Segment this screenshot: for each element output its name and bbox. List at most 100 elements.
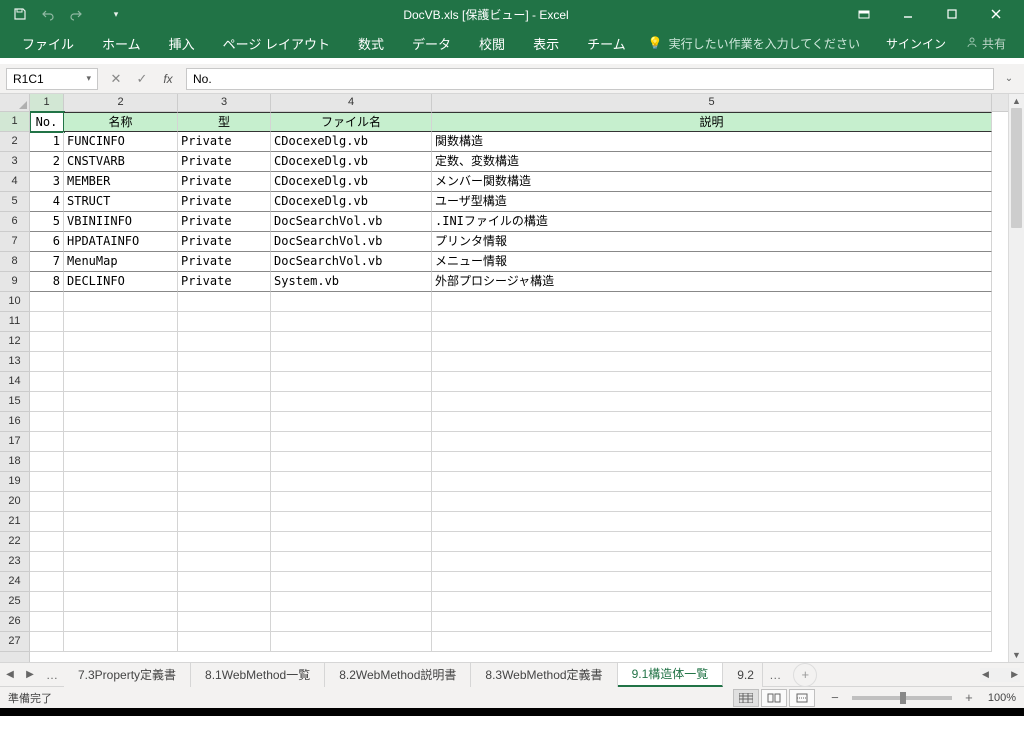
ribbon-tab[interactable]: データ xyxy=(398,28,465,58)
row-header[interactable]: 13 xyxy=(0,352,29,372)
sheet-tab[interactable]: 9.2構 xyxy=(723,663,763,687)
cell[interactable]: System.vb xyxy=(271,272,432,292)
cell[interactable] xyxy=(178,592,271,612)
scroll-up-button[interactable]: ▲ xyxy=(1009,94,1024,108)
cell[interactable]: 6 xyxy=(30,232,64,252)
cell[interactable] xyxy=(432,412,992,432)
cell[interactable] xyxy=(178,632,271,652)
cell[interactable] xyxy=(271,632,432,652)
cell[interactable] xyxy=(178,572,271,592)
cell[interactable]: DocSearchVol.vb xyxy=(271,232,432,252)
cell[interactable]: Private xyxy=(178,212,271,232)
redo-button[interactable] xyxy=(64,2,88,26)
cell[interactable] xyxy=(178,612,271,632)
zoom-in-button[interactable]: + xyxy=(962,690,976,705)
cell[interactable] xyxy=(64,332,178,352)
undo-button[interactable] xyxy=(36,2,60,26)
cell[interactable]: Private xyxy=(178,152,271,172)
cell[interactable] xyxy=(432,452,992,472)
row-header[interactable]: 9 xyxy=(0,272,29,292)
cell[interactable] xyxy=(178,412,271,432)
save-button[interactable] xyxy=(8,2,32,26)
sheet-tab[interactable]: 8.3WebMethod定義書 xyxy=(471,663,617,687)
cell[interactable] xyxy=(271,372,432,392)
tab-nav-prev-button[interactable]: ◀ xyxy=(0,663,20,687)
cell[interactable]: Private xyxy=(178,232,271,252)
row-header[interactable]: 11 xyxy=(0,312,29,332)
cell[interactable]: 8 xyxy=(30,272,64,292)
cell[interactable] xyxy=(30,612,64,632)
ribbon-display-button[interactable] xyxy=(844,0,884,28)
cell[interactable] xyxy=(64,412,178,432)
cell[interactable]: 型 xyxy=(178,112,271,132)
close-button[interactable] xyxy=(976,0,1016,28)
cell[interactable] xyxy=(30,312,64,332)
cell[interactable]: DocSearchVol.vb xyxy=(271,212,432,232)
cell[interactable] xyxy=(178,492,271,512)
cell[interactable] xyxy=(432,572,992,592)
cell[interactable] xyxy=(178,332,271,352)
cell[interactable] xyxy=(432,632,992,652)
tab-nav-first-button[interactable]: … xyxy=(40,668,64,682)
cell[interactable] xyxy=(178,312,271,332)
row-header[interactable]: 20 xyxy=(0,492,29,512)
row-header[interactable]: 10 xyxy=(0,292,29,312)
cell[interactable] xyxy=(64,392,178,412)
cell[interactable]: HPDATAINFO xyxy=(64,232,178,252)
cell[interactable] xyxy=(178,532,271,552)
cell[interactable] xyxy=(30,452,64,472)
cell[interactable] xyxy=(64,292,178,312)
cell[interactable] xyxy=(64,352,178,372)
row-header[interactable]: 27 xyxy=(0,632,29,652)
cell[interactable] xyxy=(271,332,432,352)
row-header[interactable]: 18 xyxy=(0,452,29,472)
cell[interactable] xyxy=(178,432,271,452)
cell[interactable] xyxy=(271,592,432,612)
cell[interactable]: CDocexeDlg.vb xyxy=(271,132,432,152)
zoom-out-button[interactable]: − xyxy=(828,690,842,705)
cell[interactable]: 2 xyxy=(30,152,64,172)
cell[interactable] xyxy=(178,392,271,412)
cell[interactable]: MEMBER xyxy=(64,172,178,192)
row-header[interactable]: 5 xyxy=(0,192,29,212)
cell[interactable]: メンバー関数構造 xyxy=(432,172,992,192)
cell[interactable] xyxy=(271,552,432,572)
cell[interactable]: 名称 xyxy=(64,112,178,132)
sign-in-button[interactable]: サインイン xyxy=(876,35,956,52)
cell[interactable] xyxy=(64,492,178,512)
cell[interactable] xyxy=(64,612,178,632)
sheet-tab[interactable]: 8.1WebMethod一覧 xyxy=(191,663,325,687)
cell[interactable] xyxy=(30,552,64,572)
row-header[interactable]: 23 xyxy=(0,552,29,572)
cell[interactable] xyxy=(178,452,271,472)
row-header[interactable]: 16 xyxy=(0,412,29,432)
cell[interactable] xyxy=(64,432,178,452)
cell[interactable] xyxy=(432,312,992,332)
cell[interactable] xyxy=(271,412,432,432)
cell[interactable] xyxy=(271,512,432,532)
select-all-corner[interactable] xyxy=(0,94,30,112)
cell[interactable] xyxy=(64,472,178,492)
cell[interactable]: FUNCINFO xyxy=(64,132,178,152)
row-header[interactable]: 8 xyxy=(0,252,29,272)
cell[interactable]: .INIファイルの構造 xyxy=(432,212,992,232)
ribbon-tab[interactable]: ファイル xyxy=(8,28,88,58)
cell[interactable] xyxy=(178,512,271,532)
cell[interactable]: STRUCT xyxy=(64,192,178,212)
cell[interactable] xyxy=(271,472,432,492)
share-button[interactable]: 共有 xyxy=(956,35,1016,52)
cell[interactable]: ユーザ型構造 xyxy=(432,192,992,212)
cell[interactable]: CDocexeDlg.vb xyxy=(271,192,432,212)
tell-me-box[interactable]: 💡 実行したい作業を入力してください xyxy=(648,35,860,52)
sheet-tab[interactable]: 7.3Property定義書 xyxy=(64,663,191,687)
cell[interactable]: Private xyxy=(178,172,271,192)
cell[interactable]: 関数構造 xyxy=(432,132,992,152)
row-header[interactable]: 24 xyxy=(0,572,29,592)
cell[interactable] xyxy=(432,612,992,632)
cell[interactable] xyxy=(432,372,992,392)
cell[interactable] xyxy=(30,632,64,652)
row-header[interactable]: 19 xyxy=(0,472,29,492)
cell[interactable]: CNSTVARB xyxy=(64,152,178,172)
cell[interactable] xyxy=(64,572,178,592)
cell[interactable] xyxy=(30,512,64,532)
